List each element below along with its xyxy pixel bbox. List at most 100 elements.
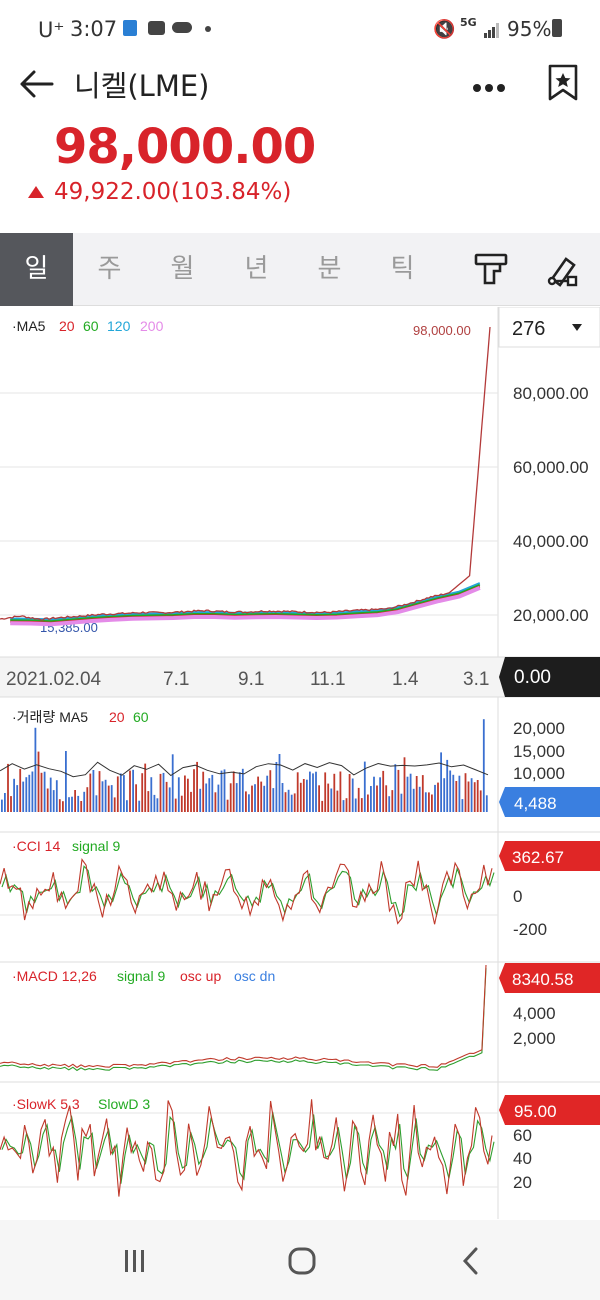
volume-bar (376, 785, 378, 812)
volume-bar (52, 790, 55, 812)
volume-bar (25, 777, 28, 812)
volume-bar (351, 778, 354, 812)
bookmark-star-icon[interactable] (546, 64, 580, 102)
app-header: 니켈(LME) (0, 58, 600, 108)
charts-svg[interactable]: ·MA5 20 60 120 200 276 98,000.00 15,385.… (0, 306, 600, 1219)
stoch-tick-60: 60 (513, 1126, 532, 1145)
volume-bar (348, 774, 351, 812)
macd-legend-signal: signal 9 (117, 968, 165, 984)
volume-bar (278, 754, 281, 812)
cci-tick-minus200: -200 (513, 920, 547, 939)
tab-month[interactable]: 월 (146, 233, 219, 306)
chart-area[interactable]: ·MA5 20 60 120 200 276 98,000.00 15,385.… (0, 306, 600, 1219)
tab-minute[interactable]: 분 (293, 233, 366, 306)
volume-bar (467, 781, 470, 812)
volume-bar (193, 769, 195, 812)
up-triangle-icon (28, 183, 44, 198)
volume-bar (28, 774, 31, 812)
volume-bar (431, 794, 433, 812)
volume-bar (367, 794, 369, 812)
volume-bar (65, 751, 67, 812)
tab-day[interactable]: 일 (0, 233, 73, 306)
volume-bar (83, 791, 86, 812)
back-nav-icon[interactable] (460, 1246, 482, 1276)
volume-bar (412, 788, 415, 812)
volume-legend-prefix: ·거래량 MA5 (12, 709, 88, 725)
volume-bar (302, 779, 305, 812)
volume-bar (132, 769, 134, 812)
stoch-current: 95.00 (514, 1102, 557, 1121)
volume-bar (287, 789, 290, 812)
macd-tick-4000: 4,000 (513, 1004, 556, 1023)
volume-bar (16, 785, 19, 812)
volume-bar (428, 792, 430, 812)
volume-bar (312, 773, 314, 812)
volume-bar (449, 770, 452, 812)
volume-bar (7, 763, 9, 812)
volume-bar (187, 778, 189, 812)
period-tabs: 일 주 월 년 분 틱 (0, 233, 600, 306)
recent-apps-icon[interactable] (122, 1248, 148, 1274)
volume-bar (473, 782, 476, 812)
volume-bar (424, 792, 427, 812)
volume-bar (470, 778, 473, 812)
volume-bar (461, 799, 464, 812)
tab-tick[interactable]: 틱 (366, 233, 439, 306)
volume-bar (162, 772, 165, 812)
macd-legend-osc-dn: osc dn (234, 968, 275, 984)
cci-legend-signal: signal 9 (72, 838, 120, 854)
home-icon[interactable] (287, 1246, 317, 1276)
volume-bar (74, 790, 76, 812)
volume-bar (126, 800, 128, 812)
period-count[interactable]: 276 (512, 318, 545, 340)
volume-bar (226, 799, 229, 812)
volume-bar (199, 788, 202, 812)
volume-bar (281, 783, 284, 812)
period-selector[interactable]: 276 (498, 306, 600, 348)
page-title: 니켈(LME) (74, 69, 210, 103)
ma-legend-prefix: ·MA5 (12, 318, 46, 334)
volume-bar (296, 772, 299, 812)
y-tick-60000: 60,000.00 (513, 458, 589, 477)
volume-bar (68, 797, 70, 812)
network-label: 5G (460, 16, 477, 29)
status-bar: U⁺ 3:07 🔇 5G 95% (0, 0, 600, 58)
volume-bar (171, 754, 174, 812)
volume-bar (263, 785, 266, 812)
volume-bar (440, 752, 442, 812)
android-nav-bar (0, 1220, 600, 1300)
volume-bar (43, 771, 46, 812)
volume-bar (254, 784, 256, 812)
volume-bar (86, 787, 89, 812)
stoch-tick-40: 40 (513, 1149, 532, 1168)
volume-bar (180, 795, 183, 812)
stoch-legend-d: SlowD 3 (98, 1096, 150, 1112)
volume-bar (238, 772, 241, 812)
volume-bar (260, 781, 263, 812)
volume-bar (168, 787, 171, 812)
volume-bar (370, 786, 372, 812)
volume-bar (382, 770, 385, 812)
ma-legend-20: 20 (59, 318, 75, 334)
volume-bar (324, 772, 327, 812)
volume-bar (251, 785, 253, 812)
ma-legend-120: 120 (107, 318, 131, 334)
volume-bar (19, 768, 22, 812)
more-options-icon[interactable] (472, 78, 508, 92)
volume-bar (104, 779, 107, 812)
crosshair-value: 0.00 (514, 667, 551, 688)
back-arrow-icon[interactable] (16, 64, 56, 104)
tab-week[interactable]: 주 (73, 233, 146, 306)
stoch-tick-20: 20 (513, 1173, 532, 1192)
volume-bar (77, 795, 80, 812)
indicator-tool-icon[interactable] (474, 253, 508, 287)
volume-bar (443, 778, 446, 812)
volume-bar (10, 796, 12, 812)
volume-bar (147, 791, 150, 812)
volume-bar (345, 798, 348, 812)
drawing-pen-icon[interactable] (546, 253, 580, 287)
volume-bar (116, 776, 119, 812)
volume-bar (485, 795, 488, 812)
tab-year[interactable]: 년 (220, 233, 293, 306)
volume-bar (309, 771, 311, 812)
